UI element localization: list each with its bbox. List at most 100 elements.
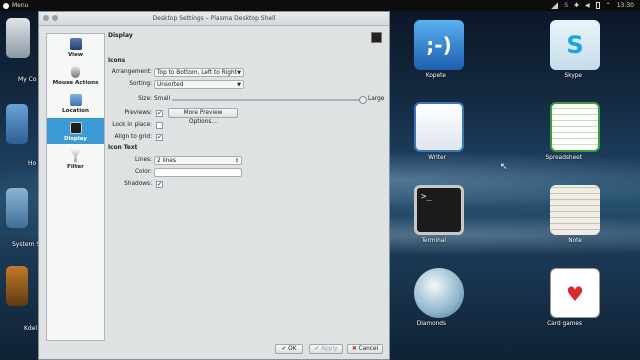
desktop-icon-label: Card games — [547, 321, 582, 327]
more-preview-options-button[interactable]: More Preview Options... — [168, 108, 238, 125]
apply-check-icon: ✔ — [314, 346, 320, 352]
chevron-down-icon: ▼ — [237, 70, 241, 76]
top-panel: Menu S ✱ ◀ ⌃ 13:30 — [0, 0, 640, 11]
size-label: Size: — [138, 96, 152, 102]
view-icon — [69, 38, 82, 50]
sorting-label: Sorting: — [129, 81, 152, 87]
sorting-value: Unsorted — [157, 82, 184, 88]
sidebar-item-label: Display — [63, 136, 88, 142]
dialog-titlebar[interactable]: Desktop Settings – Plasma Desktop Shell — [39, 12, 389, 26]
volume-icon[interactable]: ◀ — [585, 2, 590, 9]
spreadsheet-icon — [550, 102, 600, 152]
desktop-icon-spreadsheet[interactable]: Spreadsheet — [540, 102, 610, 161]
apply-button[interactable]: ✔ Apply — [309, 344, 343, 354]
sidebar-item-mouse-actions[interactable]: Mouse Actions — [47, 62, 104, 88]
pin-icon[interactable] — [52, 15, 58, 21]
arrangement-value: Top to Bottom, Left to Right — [157, 70, 237, 76]
align-to-grid-checkbox[interactable]: ✔ — [156, 134, 163, 141]
icon-size-slider-handle[interactable] — [359, 96, 367, 104]
dialog-title: Desktop Settings – Plasma Desktop Shell — [152, 15, 276, 22]
desktop-icon-kopete[interactable]: ;-) Kopete — [404, 20, 474, 79]
shadows-label: Shadows: — [124, 181, 152, 187]
computer-icon[interactable] — [6, 18, 30, 58]
battery-icon[interactable] — [595, 2, 600, 9]
desktop-icon-skype[interactable]: S Skype — [540, 20, 610, 79]
desktop-icon-card-games[interactable]: ♥ Card games — [540, 268, 610, 327]
page-title: Display — [108, 32, 133, 39]
dialog-button-bar: ✔ OK ✔ Apply ✖ Cancel — [39, 339, 389, 359]
media-icon[interactable] — [6, 266, 28, 306]
text-color-button[interactable] — [154, 168, 242, 177]
bluetooth-icon[interactable]: ✱ — [574, 2, 579, 9]
card-games-icon: ♥ — [550, 268, 600, 318]
shadows-checkbox[interactable]: ✔ — [156, 181, 163, 188]
skype-tray-icon[interactable]: S — [564, 2, 568, 9]
sidebar-item-filter[interactable]: Filter — [47, 146, 104, 172]
kde-logo-icon — [3, 2, 9, 9]
desktop-icon-label: Kopete — [425, 73, 446, 79]
previews-checkbox[interactable]: ✔ — [156, 110, 163, 117]
sorting-select[interactable]: Unsorted ▼ — [154, 80, 244, 89]
arrangement-label: Arrangement: — [111, 69, 152, 75]
terminal-icon: >_ — [414, 185, 464, 235]
desktop-icon-label: Writer — [428, 155, 446, 161]
size-large-label: Large — [368, 96, 385, 102]
sidebar-item-label: View — [67, 52, 84, 58]
desktop-icon-label: Skype — [564, 73, 582, 79]
display-icon — [69, 122, 82, 134]
lines-spinbox[interactable]: 2 lines ↕ — [154, 156, 242, 165]
diamonds-icon — [414, 268, 464, 318]
sidebar-item-label: Filter — [67, 164, 84, 170]
size-small-label: Small — [154, 96, 171, 102]
sidebar-item-label: Location — [62, 108, 89, 114]
sidebar-item-view[interactable]: View — [47, 34, 104, 60]
icon-size-slider[interactable] — [172, 99, 362, 101]
sidebar-item-label: Mouse Actions — [52, 80, 99, 86]
desktop-icon-label: Diamonds — [416, 321, 446, 327]
cancel-icon: ✖ — [351, 346, 357, 352]
icons-section-heading: Icons — [108, 58, 126, 64]
desktop-icon-label: System S — [12, 241, 41, 248]
chevron-down-icon: ▼ — [237, 82, 241, 88]
menu-button[interactable]: Menu — [0, 2, 28, 9]
lines-value: 2 lines — [157, 158, 177, 164]
previews-label: Previews: — [124, 110, 152, 116]
sidebar-item-location[interactable]: Location — [47, 90, 104, 116]
desktop-icon-label: Terminal — [421, 238, 447, 244]
desktop-icon-label: Ho — [28, 160, 37, 167]
ok-check-icon: ✔ — [281, 346, 287, 352]
spin-arrows-icon: ↕ — [234, 158, 239, 164]
sidebar-item-display[interactable]: Display — [47, 118, 104, 144]
lock-in-place-label: Lock in place: — [112, 122, 152, 128]
tray-expand-icon[interactable]: ⌃ — [606, 2, 611, 9]
network-icon[interactable] — [551, 2, 559, 9]
ok-button-label: OK — [288, 346, 297, 352]
desktop-settings-dialog: Desktop Settings – Plasma Desktop Shell … — [38, 11, 390, 360]
arrangement-select[interactable]: Top to Bottom, Left to Right ▼ — [154, 68, 244, 77]
desktop-icon-terminal[interactable]: >_ Terminal — [404, 185, 474, 244]
desktop-icon-label: Note — [568, 238, 582, 244]
lock-in-place-checkbox[interactable] — [156, 122, 163, 129]
settings-sidebar: View Mouse Actions Location Display Filt… — [46, 33, 105, 341]
cancel-button[interactable]: ✖ Cancel — [347, 344, 383, 354]
ok-button[interactable]: ✔ OK — [275, 344, 303, 354]
skype-icon: S — [550, 20, 600, 70]
mouse-cursor-icon: ↖ — [500, 162, 508, 172]
align-to-grid-label: Align to grid: — [114, 134, 152, 140]
desktop-icon-label: Spreadsheet — [545, 155, 582, 161]
clock[interactable]: 13:30 — [617, 2, 634, 9]
desktop-icon-diamonds[interactable]: Diamonds — [404, 268, 474, 327]
mouse-icon — [71, 66, 80, 78]
home-folder-icon[interactable] — [6, 104, 28, 144]
system-settings-icon[interactable] — [6, 188, 28, 228]
apply-button-label: Apply — [321, 346, 338, 352]
system-tray: S ✱ ◀ ⌃ 13:30 — [551, 0, 634, 11]
desktop-icon-writer[interactable]: Writer — [404, 102, 474, 161]
desktop-icon-label: My Co — [18, 76, 37, 83]
desktop-icon-note[interactable]: Note — [540, 185, 610, 244]
desktop-icon-label: Kdel — [24, 325, 38, 332]
window-menu-icon[interactable] — [43, 15, 49, 21]
cancel-button-label: Cancel — [358, 346, 379, 352]
icon-text-section-heading: Icon Text — [108, 145, 138, 151]
folder-icon — [69, 94, 82, 106]
